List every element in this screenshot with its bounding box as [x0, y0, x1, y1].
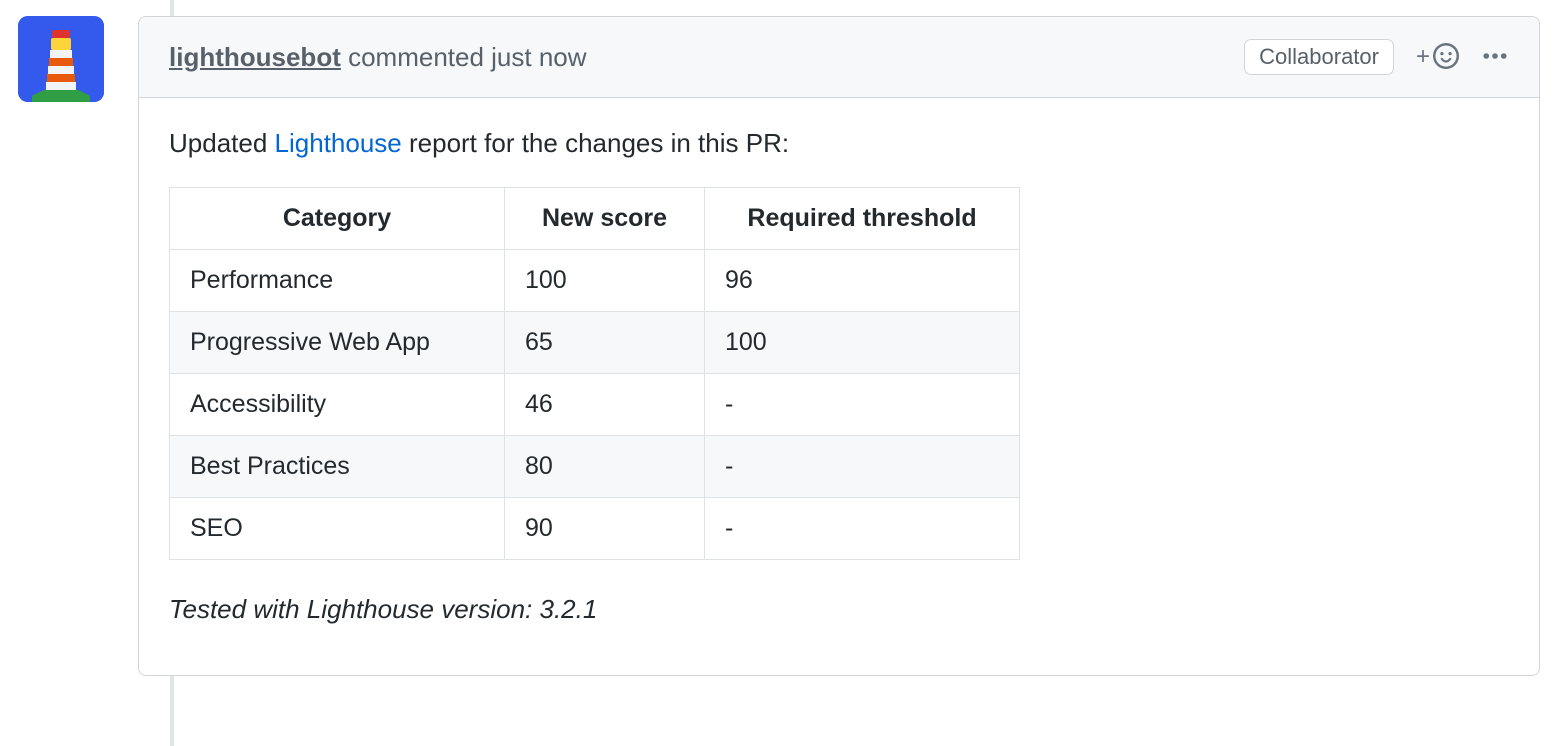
comment-menu-button[interactable]	[1481, 42, 1509, 73]
cell-new-score: 46	[505, 374, 705, 436]
th-category: Category	[170, 188, 505, 250]
plus-icon: +	[1416, 45, 1430, 69]
cell-new-score: 80	[505, 436, 705, 498]
cell-threshold: 96	[705, 250, 1020, 312]
comment-byline: lighthousebot commented just now	[169, 42, 587, 73]
author-link[interactable]: lighthousebot	[169, 42, 341, 72]
cell-threshold: 100	[705, 312, 1020, 374]
add-reaction-button[interactable]: +	[1416, 43, 1459, 72]
lighthouse-link[interactable]: Lighthouse	[275, 128, 402, 158]
cell-new-score: 100	[505, 250, 705, 312]
lighthouse-icon	[18, 16, 104, 102]
intro-text: Updated Lighthouse report for the change…	[169, 128, 1509, 159]
cell-category: Best Practices	[170, 436, 505, 498]
table-row: Best Practices 80 -	[170, 436, 1020, 498]
cell-new-score: 65	[505, 312, 705, 374]
table-header-row: Category New score Required threshold	[170, 188, 1020, 250]
table-row: Accessibility 46 -	[170, 374, 1020, 436]
author-avatar[interactable]	[18, 16, 104, 102]
intro-prefix: Updated	[169, 128, 275, 158]
cell-category: Performance	[170, 250, 505, 312]
kebab-icon	[1481, 58, 1509, 73]
footnote: Tested with Lighthouse version: 3.2.1	[169, 594, 1509, 625]
th-threshold: Required threshold	[705, 188, 1020, 250]
comment-header: lighthousebot commented just now Collabo…	[139, 17, 1539, 98]
cell-threshold: -	[705, 374, 1020, 436]
cell-category: SEO	[170, 498, 505, 560]
cell-category: Accessibility	[170, 374, 505, 436]
role-badge: Collaborator	[1244, 39, 1394, 75]
cell-threshold: -	[705, 498, 1020, 560]
table-row: SEO 90 -	[170, 498, 1020, 560]
comment-body: Updated Lighthouse report for the change…	[139, 98, 1539, 675]
table-row: Progressive Web App 65 100	[170, 312, 1020, 374]
smiley-icon	[1433, 43, 1459, 72]
th-new-score: New score	[505, 188, 705, 250]
cell-category: Progressive Web App	[170, 312, 505, 374]
intro-suffix: report for the changes in this PR:	[402, 128, 789, 158]
lighthouse-report-table: Category New score Required threshold Pe…	[169, 187, 1020, 560]
cell-threshold: -	[705, 436, 1020, 498]
table-row: Performance 100 96	[170, 250, 1020, 312]
cell-new-score: 90	[505, 498, 705, 560]
comment-action-text: commented just now	[348, 42, 586, 72]
comment-card: lighthousebot commented just now Collabo…	[138, 16, 1540, 676]
